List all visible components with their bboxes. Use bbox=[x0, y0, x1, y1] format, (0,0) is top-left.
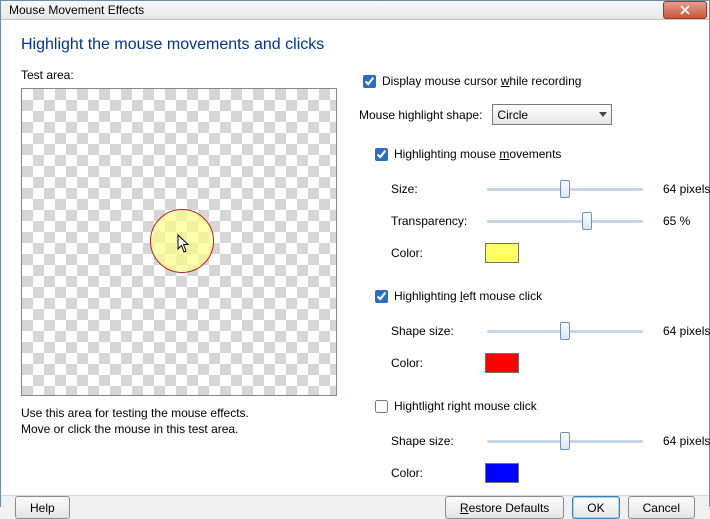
window-title: Mouse Movement Effects bbox=[9, 3, 663, 17]
left-column: Test area: Use this area for testing the… bbox=[21, 68, 337, 487]
hl-left-size-value: 64 pixels bbox=[663, 324, 710, 338]
hl-move-color-row: Color: bbox=[391, 239, 710, 267]
hl-left-size-slider[interactable] bbox=[487, 330, 643, 333]
hl-right-row: Hightlight right mouse click bbox=[371, 393, 710, 419]
dialog-window: Mouse Movement Effects Highlight the mou… bbox=[0, 0, 710, 507]
display-cursor-checkbox[interactable] bbox=[363, 75, 376, 88]
hl-move-label: Highlighting mouse movements bbox=[394, 147, 561, 161]
hl-left-label: Highlighting left mouse click bbox=[394, 289, 542, 303]
hl-move-color-label: Color: bbox=[391, 246, 485, 260]
hl-right-size-label: Shape size: bbox=[391, 434, 485, 448]
hl-left-color-label: Color: bbox=[391, 356, 485, 370]
hl-left-size-label: Shape size: bbox=[391, 324, 485, 338]
display-cursor-label: Display mouse cursor while recording bbox=[382, 74, 581, 88]
shape-select[interactable]: Circle bbox=[492, 104, 612, 125]
hl-right-size-slider[interactable] bbox=[487, 440, 643, 443]
close-icon bbox=[680, 5, 690, 15]
hl-move-color-swatch[interactable] bbox=[485, 243, 519, 263]
hl-move-row: Highlighting mouse movements bbox=[371, 141, 710, 167]
display-cursor-row: Display mouse cursor while recording bbox=[359, 68, 710, 94]
shape-selected: Circle bbox=[497, 108, 528, 122]
hl-move-trans-value: 65 % bbox=[663, 214, 690, 228]
close-button[interactable] bbox=[663, 1, 707, 19]
restore-defaults-button[interactable]: Restore Defaults bbox=[445, 496, 564, 519]
test-hint-1: Use this area for testing the mouse effe… bbox=[21, 406, 337, 420]
hl-left-row: Highlighting left mouse click bbox=[371, 283, 710, 309]
hl-right-color-label: Color: bbox=[391, 466, 485, 480]
body: Test area: Use this area for testing the… bbox=[21, 68, 689, 487]
hl-right-color-swatch[interactable] bbox=[485, 463, 519, 483]
hl-right-label: Hightlight right mouse click bbox=[394, 399, 537, 413]
hl-move-trans-row: Transparency: 65 % bbox=[391, 207, 710, 235]
help-button[interactable]: Help bbox=[15, 496, 70, 519]
hl-move-size-value: 64 pixels bbox=[663, 182, 710, 196]
hl-move-trans-label: Transparency: bbox=[391, 214, 485, 228]
test-hint-2: Move or click the mouse in this test are… bbox=[21, 422, 337, 436]
hl-left-size-row: Shape size: 64 pixels bbox=[391, 317, 710, 345]
footer: Help Restore Defaults OK Cancel bbox=[1, 495, 709, 519]
hl-left-color-row: Color: bbox=[391, 349, 710, 377]
test-area[interactable] bbox=[21, 88, 337, 396]
hl-move-size-label: Size: bbox=[391, 182, 485, 196]
chevron-down-icon bbox=[599, 112, 607, 118]
hl-move-size-row: Size: 64 pixels bbox=[391, 175, 710, 203]
shape-label: Mouse highlight shape: bbox=[359, 108, 482, 122]
hl-left-checkbox[interactable] bbox=[375, 290, 388, 303]
hl-right-color-row: Color: bbox=[391, 459, 710, 487]
test-area-label: Test area: bbox=[21, 68, 337, 82]
right-column: Display mouse cursor while recording Mou… bbox=[359, 68, 710, 487]
titlebar: Mouse Movement Effects bbox=[1, 1, 709, 20]
ok-button[interactable]: OK bbox=[572, 496, 619, 519]
page-title: Highlight the mouse movements and clicks bbox=[21, 36, 689, 54]
hl-move-checkbox[interactable] bbox=[375, 148, 388, 161]
hl-right-size-value: 64 pixels bbox=[663, 434, 710, 448]
shape-row: Mouse highlight shape: Circle bbox=[359, 104, 710, 125]
hl-right-size-row: Shape size: 64 pixels bbox=[391, 427, 710, 455]
content-area: Highlight the mouse movements and clicks… bbox=[1, 20, 709, 495]
cancel-button[interactable]: Cancel bbox=[628, 496, 695, 519]
hl-move-trans-slider[interactable] bbox=[487, 220, 643, 223]
cursor-icon bbox=[177, 234, 191, 254]
hl-right-checkbox[interactable] bbox=[375, 400, 388, 413]
hl-left-color-swatch[interactable] bbox=[485, 353, 519, 373]
hl-move-size-slider[interactable] bbox=[487, 188, 643, 191]
